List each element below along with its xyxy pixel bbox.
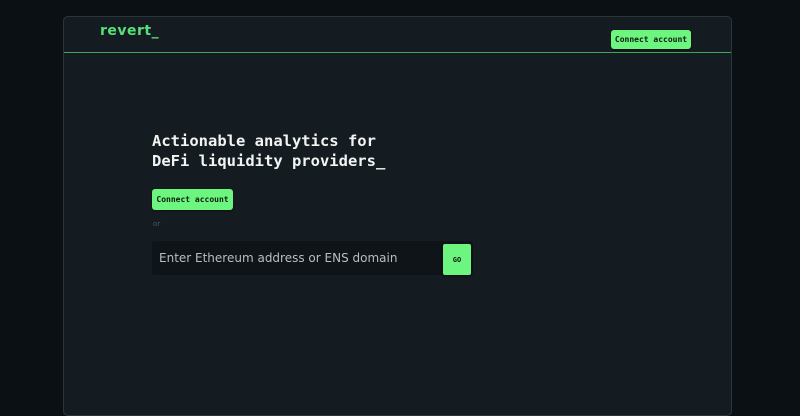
headline-line-1: Actionable analytics for (152, 132, 376, 150)
hero-headline: Actionable analytics for DeFi liquidity … (152, 131, 385, 171)
or-separator: or (153, 220, 161, 228)
header-connect-account-button[interactable]: Connect account (611, 30, 691, 49)
address-search-input[interactable] (152, 241, 442, 275)
go-button[interactable]: GO (443, 244, 471, 275)
app-window: revert_ Connect account Actionable analy… (63, 16, 732, 416)
address-search-bar: GO (152, 241, 473, 275)
revert-logo[interactable]: revert_ (100, 23, 159, 39)
headline-line-2: DeFi liquidity providers_ (152, 152, 386, 170)
header: revert_ Connect account (64, 17, 731, 53)
hero-connect-account-button[interactable]: Connect account (152, 189, 233, 210)
